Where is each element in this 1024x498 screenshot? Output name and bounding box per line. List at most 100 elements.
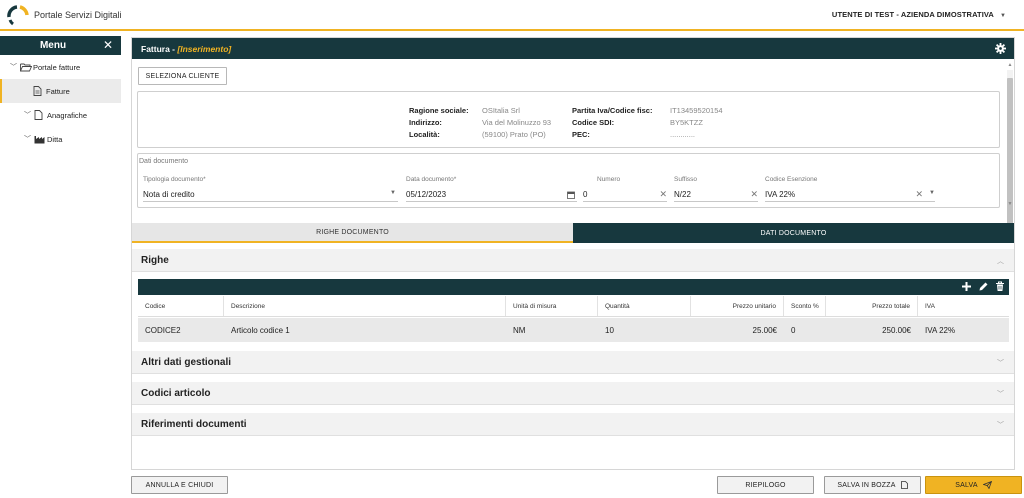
tab-bar: RIGHE DOCUMENTO DATI DOCUMENTO [132, 223, 1014, 243]
chevron-down-icon: ﹀ [10, 64, 17, 71]
save-button[interactable]: SALVA [925, 476, 1022, 494]
field-underline [406, 201, 577, 202]
button-label: ANNULLA E CHIUDI [145, 481, 214, 489]
accordion-title: Altri dati gestionali [141, 357, 232, 368]
sdi-value: BY5KTZZ [670, 118, 703, 127]
send-icon [982, 481, 992, 489]
sidebar-item-label: Fatture [46, 86, 70, 96]
tab-dati-documento[interactable]: DATI DOCUMENTO [573, 223, 1014, 243]
button-label: SALVA IN BOZZA [837, 481, 896, 489]
panel-mode: [Inserimento] [177, 44, 232, 54]
select-client-button[interactable]: SELEZIONA CLIENTE [138, 67, 227, 85]
ragione-sociale-label: Ragione sociale: [409, 106, 469, 115]
field-underline [143, 201, 398, 202]
button-label: RIEPILOGO [745, 481, 786, 489]
accordion-title: Riferimenti documenti [141, 419, 247, 430]
numero-value: 0 [583, 190, 588, 199]
save-draft-button[interactable]: SALVA IN BOZZA [824, 476, 921, 494]
pec-label: PEC: [572, 130, 590, 139]
sidebar-item-label: Portale fatture [33, 62, 81, 72]
accordion-righe[interactable]: Righe ︿ [132, 249, 1014, 272]
tipologia-select[interactable]: Tipologia documento* Nota di credito ▼ [143, 176, 398, 202]
accordion-riferimenti[interactable]: Riferimenti documenti ﹀ [132, 413, 1014, 436]
sidebar-item-anagrafiche[interactable]: ﹀ Anagrafiche [0, 103, 121, 127]
table-cell: CODICE2 [145, 325, 181, 335]
panel-title-text: Fattura - [141, 44, 178, 54]
gear-icon[interactable] [995, 43, 1006, 54]
document-data-box: Dati documento Tipologia documento* Nota… [137, 153, 1000, 208]
table-cell: 25.00€ [752, 325, 777, 335]
suffisso-label: Suffisso [674, 176, 698, 183]
suffisso-input[interactable]: Suffisso N/22 ✕ [674, 176, 758, 202]
factory-icon [34, 135, 47, 144]
sidebar-nav: ﹀ Portale fatture Fatture ﹀ Anagrafiche … [0, 55, 121, 151]
document-icon [33, 86, 46, 96]
tipologia-label: Tipologia documento* [143, 176, 206, 183]
calendar-icon[interactable] [567, 191, 575, 199]
chevron-down-icon: ﹀ [24, 136, 31, 143]
accordion-codici-articolo[interactable]: Codici articolo ﹀ [132, 382, 1014, 405]
riepilogo-button[interactable]: RIEPILOGO [717, 476, 814, 494]
edit-icon[interactable] [978, 281, 989, 292]
localita-value: (59100) Prato (PO) [482, 130, 546, 139]
accordion-title: Righe [141, 255, 169, 266]
numero-label: Numero [597, 176, 621, 183]
column-header[interactable]: Sconto % [784, 296, 826, 316]
ragione-sociale-value: OSItalia Srl [482, 106, 520, 115]
codice-esenzione-label: Codice Esenzione [765, 176, 818, 183]
column-header[interactable]: Prezzo unitario [691, 296, 784, 316]
cancel-and-close-button[interactable]: ANNULLA E CHIUDI [131, 476, 228, 494]
sidebar-item-portale-fatture[interactable]: ﹀ Portale fatture [0, 55, 121, 79]
chevron-up-icon: ︿ [997, 258, 1004, 265]
accordion-altri-dati[interactable]: Altri dati gestionali ﹀ [132, 351, 1014, 374]
scroll-up-icon[interactable]: ▲ [1007, 62, 1013, 68]
column-header[interactable]: Quantità [598, 296, 691, 316]
scroll-down-icon[interactable]: ▼ [1007, 201, 1013, 207]
caret-down-icon: ▼ [999, 13, 1006, 19]
chevron-down-icon: ﹀ [24, 112, 31, 119]
folder-open-icon [20, 63, 33, 72]
file-icon [34, 110, 47, 120]
field-underline [674, 201, 758, 202]
trash-icon[interactable] [995, 281, 1005, 292]
user-name: UTENTE DI TEST - AZIENDA DIMOSTRATIVA [831, 10, 994, 19]
codice-esenzione-value: IVA 22% [765, 190, 796, 199]
column-header[interactable]: Codice [138, 296, 224, 316]
accordion-title: Codici articolo [141, 388, 211, 399]
suffisso-value: N/22 [674, 190, 691, 199]
column-header[interactable]: Unità di misura [506, 296, 598, 316]
sidebar-item-ditta[interactable]: ﹀ Ditta [0, 127, 121, 151]
indirizzo-value: Via del Molinuzzo 93 [482, 118, 552, 127]
close-icon[interactable]: ✕ [103, 38, 113, 52]
clear-icon[interactable]: ✕ [659, 189, 667, 200]
indirizzo-label: Indirizzo: [409, 118, 442, 127]
user-menu[interactable]: UTENTE DI TEST - AZIENDA DIMOSTRATIVA ▼ [832, 10, 1006, 19]
sidebar-header: Menu ✕ [0, 36, 121, 55]
piva-value: IT13459520154 [670, 106, 723, 115]
invoice-panel: Fattura - [Inserimento] ▲ ▼ SELEZIONA CL… [131, 37, 1015, 470]
logo-icon [7, 5, 29, 26]
column-header[interactable]: Descrizione [224, 296, 506, 316]
sidebar-item-label: Anagrafiche [47, 110, 88, 120]
dropdown-arrow-icon: ▼ [929, 190, 935, 196]
sdi-label: Codice SDI: [572, 118, 615, 127]
clear-icon[interactable]: ✕ [915, 189, 923, 200]
tipologia-value: Nota di credito [143, 190, 195, 199]
codice-esenzione-select[interactable]: Codice Esenzione IVA 22% ✕ ▼ [765, 176, 935, 202]
scrollbar-thumb[interactable] [1007, 78, 1013, 240]
top-bar: Portale Servizi Digitali UTENTE DI TEST … [0, 0, 1024, 31]
sidebar-item-label: Ditta [47, 134, 63, 144]
file-icon [900, 481, 908, 489]
add-icon[interactable] [961, 281, 972, 292]
clear-icon[interactable]: ✕ [750, 189, 758, 200]
sidebar-item-fatture[interactable]: Fatture [0, 79, 121, 103]
table-row[interactable]: CODICE2 Articolo codice 1 NM 10 25.00€ 0… [138, 318, 1009, 342]
column-header[interactable]: Prezzo totale [826, 296, 918, 316]
table-cell: IVA 22% [925, 325, 956, 335]
data-documento-field[interactable]: Data documento* 05/12/2023 [406, 176, 577, 202]
column-header[interactable]: IVA [918, 296, 1009, 316]
sidebar-title: Menu [39, 40, 67, 51]
tab-righe-documento[interactable]: RIGHE DOCUMENTO [132, 223, 573, 243]
client-info-box: Ragione sociale: OSItalia Srl Indirizzo:… [137, 91, 1000, 148]
numero-input[interactable]: Numero 0 ✕ [583, 176, 667, 202]
